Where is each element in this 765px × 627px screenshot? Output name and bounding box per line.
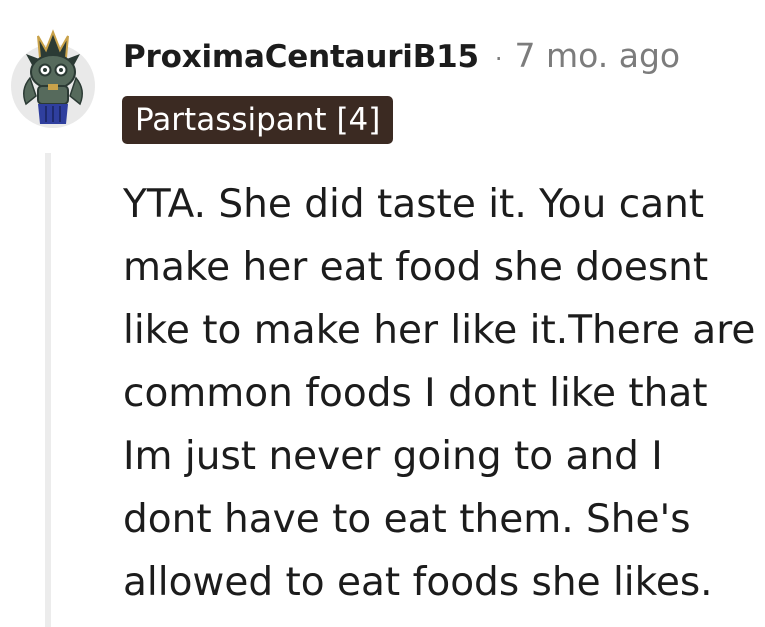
meta-separator: · (494, 45, 503, 73)
user-flair: Partassipant [4] (122, 96, 394, 144)
comment-body-line: common foods I dont like that (123, 371, 708, 416)
timestamp[interactable]: 7 mo. ago (515, 36, 681, 75)
comment-body-line: allowed to eat foods she likes. (123, 560, 713, 605)
username-link[interactable]: ProximaCentauriB15 (123, 39, 479, 75)
avatar[interactable] (8, 20, 98, 128)
comment-body-line: dont have to eat them. She's (123, 497, 691, 542)
comment-body-line: YTA. She did taste it. You cant (123, 182, 705, 227)
comment-body: YTA. She did taste it. You cant make her… (123, 173, 763, 614)
thread-line[interactable] (45, 153, 51, 627)
comment-body-line: make her eat food she doesnt (123, 245, 709, 290)
comment-body-line: like to make her like it.There are (123, 308, 756, 353)
comment-body-line: Im just never going to and I (123, 434, 663, 479)
comment: ProximaCentauriB15 · 7 mo. ago Partassip… (0, 0, 765, 627)
comment-header: ProximaCentauriB15 · 7 mo. ago (123, 36, 680, 80)
snoo-avatar-icon (8, 20, 98, 128)
